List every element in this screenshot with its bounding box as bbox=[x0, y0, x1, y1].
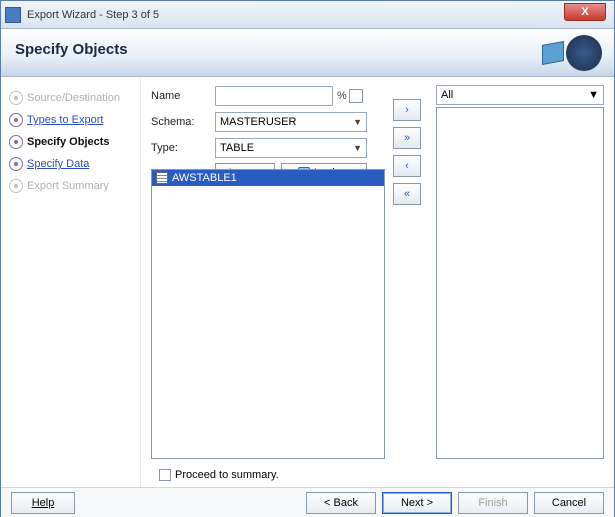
main-panel: Name % Schema: MASTERUSER ▼ Type: TABLE … bbox=[141, 77, 614, 487]
banner-decor bbox=[538, 33, 602, 73]
step-glyph-icon bbox=[9, 179, 23, 193]
step-source-destination: Source/Destination bbox=[7, 87, 134, 109]
schema-label: Schema: bbox=[151, 116, 215, 128]
chevron-down-icon: ▼ bbox=[588, 89, 599, 101]
wizard-steps-sidebar: Source/Destination Types to Export Speci… bbox=[1, 77, 141, 487]
title-bar: Export Wizard - Step 3 of 5 X bbox=[1, 1, 614, 29]
add-button[interactable]: › bbox=[393, 99, 421, 121]
finish-button: Finish bbox=[458, 492, 528, 514]
back-button[interactable]: < Back bbox=[306, 492, 376, 514]
destination-filter-select[interactable]: All ▼ bbox=[436, 85, 604, 105]
app-icon bbox=[5, 7, 21, 23]
double-chevron-left-icon: « bbox=[404, 188, 410, 200]
step-label: Types to Export bbox=[27, 114, 103, 126]
globe-icon bbox=[566, 35, 602, 71]
window-title: Export Wizard - Step 3 of 5 bbox=[27, 9, 159, 21]
shuttle-buttons: › » ‹ « bbox=[393, 169, 423, 205]
schema-value: MASTERUSER bbox=[220, 116, 296, 128]
name-label: Name bbox=[151, 90, 215, 102]
chevron-down-icon: ▼ bbox=[353, 143, 362, 153]
proceed-label: Proceed to summary. bbox=[175, 469, 279, 481]
add-all-button[interactable]: » bbox=[393, 127, 421, 149]
wizard-banner: Specify Objects bbox=[1, 29, 614, 77]
double-chevron-right-icon: » bbox=[404, 132, 410, 144]
cancel-button[interactable]: Cancel bbox=[534, 492, 604, 514]
remove-button[interactable]: ‹ bbox=[393, 155, 421, 177]
step-glyph-icon bbox=[9, 113, 23, 127]
percent-label: % bbox=[337, 90, 347, 102]
page-heading: Specify Objects bbox=[15, 41, 600, 58]
chevron-left-icon: ‹ bbox=[405, 160, 409, 172]
step-glyph-icon bbox=[9, 91, 23, 105]
chevron-down-icon: ▼ bbox=[353, 117, 362, 127]
wizard-footer: Help < Back Next > Finish Cancel bbox=[1, 487, 614, 517]
step-specify-objects: Specify Objects bbox=[7, 131, 134, 153]
selected-objects-list[interactable] bbox=[436, 107, 604, 459]
content-area: Source/Destination Types to Export Speci… bbox=[1, 77, 614, 487]
step-label: Specify Objects bbox=[27, 136, 110, 148]
close-button[interactable]: X bbox=[564, 3, 606, 21]
table-icon bbox=[156, 172, 168, 184]
help-button[interactable]: Help bbox=[11, 492, 75, 514]
type-label: Type: bbox=[151, 142, 215, 154]
destination-filter-value: All bbox=[441, 89, 453, 101]
step-types-to-export[interactable]: Types to Export bbox=[7, 109, 134, 131]
next-button[interactable]: Next > bbox=[382, 492, 452, 514]
type-select[interactable]: TABLE ▼ bbox=[215, 138, 367, 158]
proceed-checkbox[interactable] bbox=[159, 469, 171, 481]
sql-icon bbox=[542, 41, 564, 65]
step-export-summary: Export Summary bbox=[7, 175, 134, 197]
schema-select[interactable]: MASTERUSER ▼ bbox=[215, 112, 367, 132]
name-input[interactable] bbox=[215, 86, 333, 106]
percent-checkbox[interactable] bbox=[349, 89, 363, 103]
step-specify-data[interactable]: Specify Data bbox=[7, 153, 134, 175]
proceed-to-summary-row: Proceed to summary. bbox=[159, 469, 279, 481]
list-item[interactable]: AWSTABLE1 bbox=[152, 170, 384, 186]
step-glyph-icon bbox=[9, 157, 23, 171]
chevron-right-icon: › bbox=[405, 104, 409, 116]
close-icon: X bbox=[581, 6, 588, 18]
list-item-label: AWSTABLE1 bbox=[172, 172, 237, 184]
remove-all-button[interactable]: « bbox=[393, 183, 421, 205]
available-objects-list[interactable]: AWSTABLE1 bbox=[151, 169, 385, 459]
step-label: Export Summary bbox=[27, 180, 109, 192]
step-label: Source/Destination bbox=[27, 92, 120, 104]
step-glyph-icon bbox=[9, 135, 23, 149]
step-label: Specify Data bbox=[27, 158, 89, 170]
type-value: TABLE bbox=[220, 142, 254, 154]
